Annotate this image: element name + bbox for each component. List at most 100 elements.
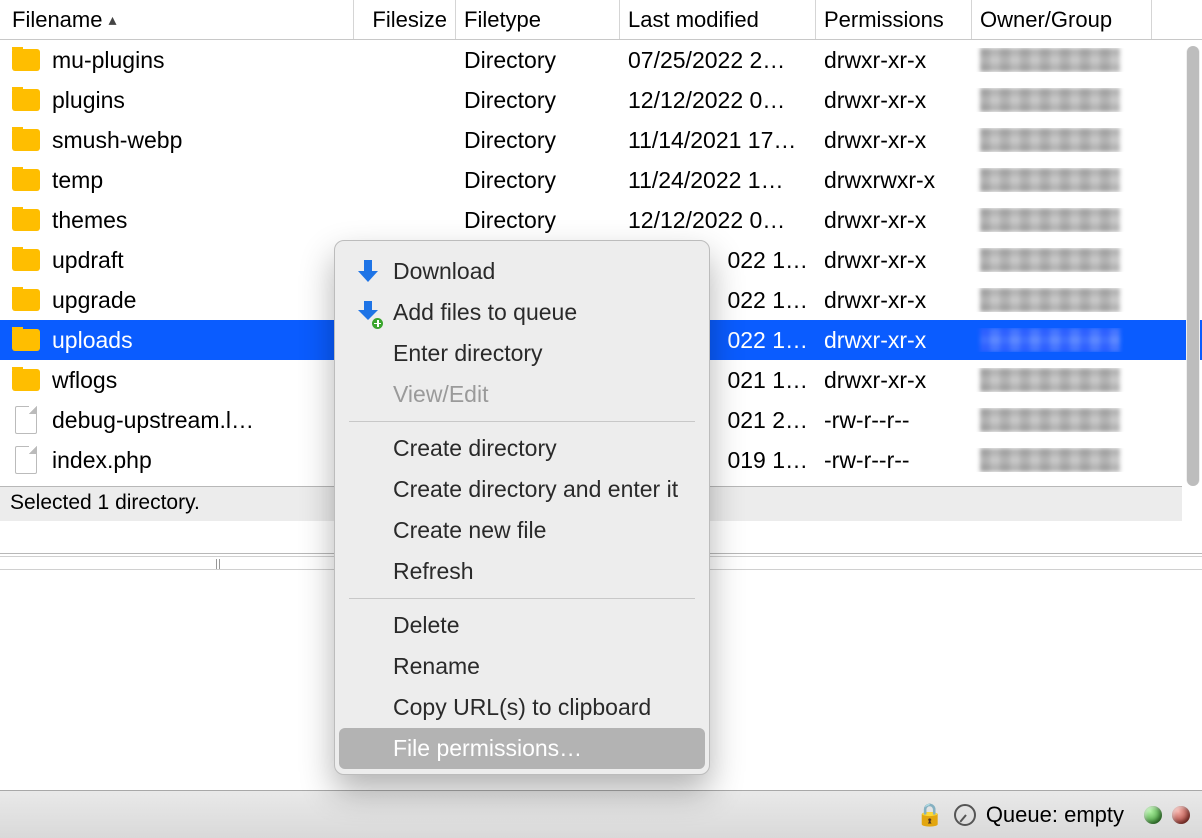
context-menu-create-new-file[interactable]: Create new file <box>339 510 705 551</box>
redacted-block <box>980 208 1120 232</box>
cell-owner-group <box>972 408 1152 432</box>
cell-permissions: drwxr-xr-x <box>816 47 972 74</box>
column-header-filename[interactable]: Filename ▴ <box>0 0 354 39</box>
redacted-block <box>980 368 1120 392</box>
lock-icon[interactable]: 🔒 <box>916 802 943 828</box>
column-header-filename-label: Filename <box>12 7 102 33</box>
column-header-owner-group[interactable]: Owner/Group <box>972 0 1152 39</box>
cell-filetype: Directory <box>456 207 620 234</box>
context-menu-delete[interactable]: Delete <box>339 605 705 646</box>
folder-icon <box>12 289 40 311</box>
cell-owner-group <box>972 48 1152 72</box>
filename-text: wflogs <box>52 367 117 394</box>
sort-ascending-icon: ▴ <box>108 10 116 30</box>
context-menu-refresh-label: Refresh <box>393 558 474 585</box>
filename-text: debug-upstream.l… <box>52 407 254 434</box>
context-menu-create-dir-enter-label: Create directory and enter it <box>393 476 678 503</box>
redacted-block <box>980 88 1120 112</box>
cell-permissions: -rw-r--r-- <box>816 407 972 434</box>
folder-icon <box>12 169 40 191</box>
cell-permissions: drwxr-xr-x <box>816 327 972 354</box>
context-menu-file-permissions[interactable]: File permissions… <box>339 728 705 769</box>
folder-icon <box>12 49 40 71</box>
cell-owner-group <box>972 328 1152 352</box>
folder-icon <box>12 369 40 391</box>
cell-filename[interactable]: debug-upstream.l… <box>0 406 354 434</box>
cell-filename[interactable]: wflogs <box>0 367 354 394</box>
context-menu-create-directory[interactable]: Create directory <box>339 428 705 469</box>
filename-text: smush-webp <box>52 127 182 154</box>
folder-icon <box>12 329 40 351</box>
context-menu-copy-url[interactable]: Copy URL(s) to clipboard <box>339 687 705 728</box>
context-menu-create-directory-enter[interactable]: Create directory and enter it <box>339 469 705 510</box>
selection-status-text: Selected 1 directory. <box>10 491 200 514</box>
cell-last-modified: 11/24/2022 1… <box>620 167 816 194</box>
column-header-filesize[interactable]: Filesize <box>354 0 456 39</box>
cell-owner-group <box>972 448 1152 472</box>
cell-owner-group <box>972 248 1152 272</box>
table-row[interactable]: tempDirectory11/24/2022 1…drwxrwxr-x <box>0 160 1202 200</box>
context-menu-separator <box>349 421 695 422</box>
cell-permissions: drwxr-xr-x <box>816 287 972 314</box>
speedometer-icon[interactable] <box>954 804 976 826</box>
filename-text: index.php <box>52 447 152 474</box>
activity-led-green <box>1144 806 1162 824</box>
column-header-row: Filename ▴ Filesize Filetype Last modifi… <box>0 0 1202 40</box>
cell-owner-group <box>972 368 1152 392</box>
cell-last-modified: 11/14/2021 17… <box>620 127 816 154</box>
cell-filename[interactable]: uploads <box>0 327 354 354</box>
table-row[interactable]: pluginsDirectory12/12/2022 0…drwxr-xr-x <box>0 80 1202 120</box>
redacted-block <box>980 48 1120 72</box>
cell-filename[interactable]: mu-plugins <box>0 47 354 74</box>
cell-filename[interactable]: plugins <box>0 87 354 114</box>
cell-filename[interactable]: upgrade <box>0 287 354 314</box>
filename-text: themes <box>52 207 127 234</box>
cell-permissions: drwxr-xr-x <box>816 207 972 234</box>
add-to-queue-icon <box>357 301 379 325</box>
context-menu-enter-directory[interactable]: Enter directory <box>339 333 705 374</box>
cell-owner-group <box>972 288 1152 312</box>
redacted-block <box>980 168 1120 192</box>
cell-owner-group <box>972 88 1152 112</box>
column-header-filetype-label: Filetype <box>464 7 541 33</box>
table-row[interactable]: smush-webpDirectory11/14/2021 17…drwxr-x… <box>0 120 1202 160</box>
folder-icon <box>12 209 40 231</box>
context-menu-view-edit: View/Edit <box>339 374 705 415</box>
cell-permissions: drwxr-xr-x <box>816 367 972 394</box>
status-bar-leds <box>1144 806 1190 824</box>
file-icon <box>15 446 37 474</box>
cell-filename[interactable]: themes <box>0 207 354 234</box>
column-header-filetype[interactable]: Filetype <box>456 0 620 39</box>
cell-permissions: drwxrwxr-x <box>816 167 972 194</box>
cell-filename[interactable]: temp <box>0 167 354 194</box>
cell-last-modified: 12/12/2022 0… <box>620 207 816 234</box>
cell-owner-group <box>972 168 1152 192</box>
folder-icon <box>12 129 40 151</box>
cell-filename[interactable]: updraft <box>0 247 354 274</box>
folder-icon <box>12 89 40 111</box>
cell-owner-group <box>972 128 1152 152</box>
cell-permissions: drwxr-xr-x <box>816 87 972 114</box>
context-menu-refresh[interactable]: Refresh <box>339 551 705 592</box>
vertical-scrollbar[interactable] <box>1186 46 1200 486</box>
context-menu-copy-url-label: Copy URL(s) to clipboard <box>393 694 651 721</box>
column-header-owner-label: Owner/Group <box>980 7 1112 33</box>
cell-permissions: drwxr-xr-x <box>816 247 972 274</box>
table-row[interactable]: themes Directory12/12/2022 0…drwxr-xr-x <box>0 200 1202 240</box>
table-row[interactable]: mu-pluginsDirectory07/25/2022 2…drwxr-xr… <box>0 40 1202 80</box>
cell-filename[interactable]: smush-webp <box>0 127 354 154</box>
context-menu-add-queue-label: Add files to queue <box>393 299 577 326</box>
context-menu-download[interactable]: Download <box>339 251 705 292</box>
context-menu: Download Add files to queue Enter direct… <box>334 240 710 775</box>
folder-icon <box>12 249 40 271</box>
column-header-last-modified-label: Last modified <box>628 7 759 33</box>
filename-text: updraft <box>52 247 124 274</box>
context-menu-rename[interactable]: Rename <box>339 646 705 687</box>
column-header-permissions[interactable]: Permissions <box>816 0 972 39</box>
scrollbar-thumb[interactable] <box>1187 46 1199 486</box>
cell-last-modified: 12/12/2022 0… <box>620 87 816 114</box>
context-menu-add-to-queue[interactable]: Add files to queue <box>339 292 705 333</box>
cell-filename[interactable]: index.php <box>0 446 354 474</box>
context-menu-create-dir-label: Create directory <box>393 435 557 462</box>
column-header-last-modified[interactable]: Last modified <box>620 0 816 39</box>
